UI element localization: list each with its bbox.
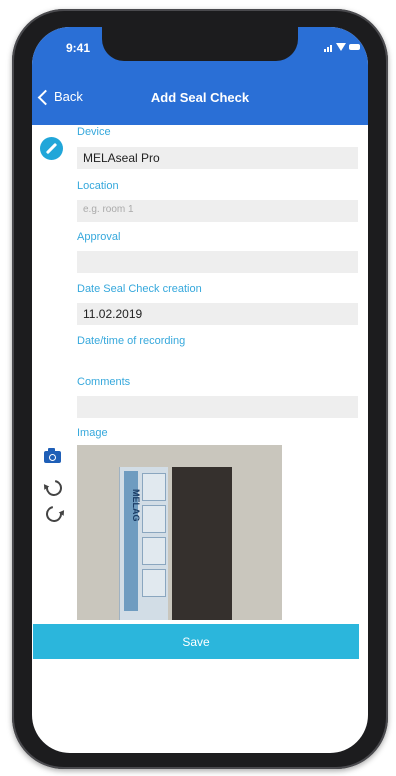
seal-logo-text: MELAG <box>131 489 141 522</box>
seal-strip: MELAG <box>119 467 168 620</box>
seal-cell <box>142 537 166 565</box>
wifi-icon <box>336 43 346 51</box>
seal-cell <box>142 569 166 597</box>
seal-cell <box>142 473 166 501</box>
date-creation-label: Date Seal Check creation <box>77 283 202 295</box>
device-label: Device <box>77 126 111 138</box>
location-field[interactable]: e.g. room 1 <box>77 200 358 222</box>
phone-frame: 9:41 Back Add Seal Check Device MELAseal… <box>12 9 388 769</box>
approval-label: Approval <box>77 231 121 243</box>
battery-icon <box>349 44 360 50</box>
dark-sheet <box>172 467 232 620</box>
seal-cell <box>142 505 166 533</box>
signal-icon <box>324 42 334 52</box>
camera-icon[interactable] <box>44 448 61 463</box>
save-button[interactable]: Save <box>33 624 359 659</box>
device-field[interactable]: MELAseal Pro <box>77 147 358 169</box>
date-recording-label: Date/time of recording <box>77 335 186 347</box>
rotate-right-icon[interactable] <box>42 502 66 526</box>
date-creation-field[interactable]: 11.02.2019 <box>77 303 358 325</box>
comments-label: Comments <box>77 376 131 388</box>
comments-field[interactable] <box>77 396 358 418</box>
notch <box>102 27 298 61</box>
date-recording-field[interactable] <box>77 355 358 377</box>
app-screen: 9:41 Back Add Seal Check Device MELAseal… <box>32 27 368 753</box>
page-title: Add Seal Check <box>150 90 250 105</box>
image-label: Image <box>77 427 108 439</box>
location-label: Location <box>77 180 119 192</box>
status-time: 9:41 <box>66 41 91 55</box>
seal-check-image[interactable]: MELAG <box>77 445 282 620</box>
edit-icon[interactable] <box>40 137 63 160</box>
navigation-bar: 9:41 Back Add Seal Check <box>32 27 368 125</box>
rotate-left-icon[interactable] <box>42 476 66 500</box>
approval-field[interactable] <box>77 251 358 273</box>
